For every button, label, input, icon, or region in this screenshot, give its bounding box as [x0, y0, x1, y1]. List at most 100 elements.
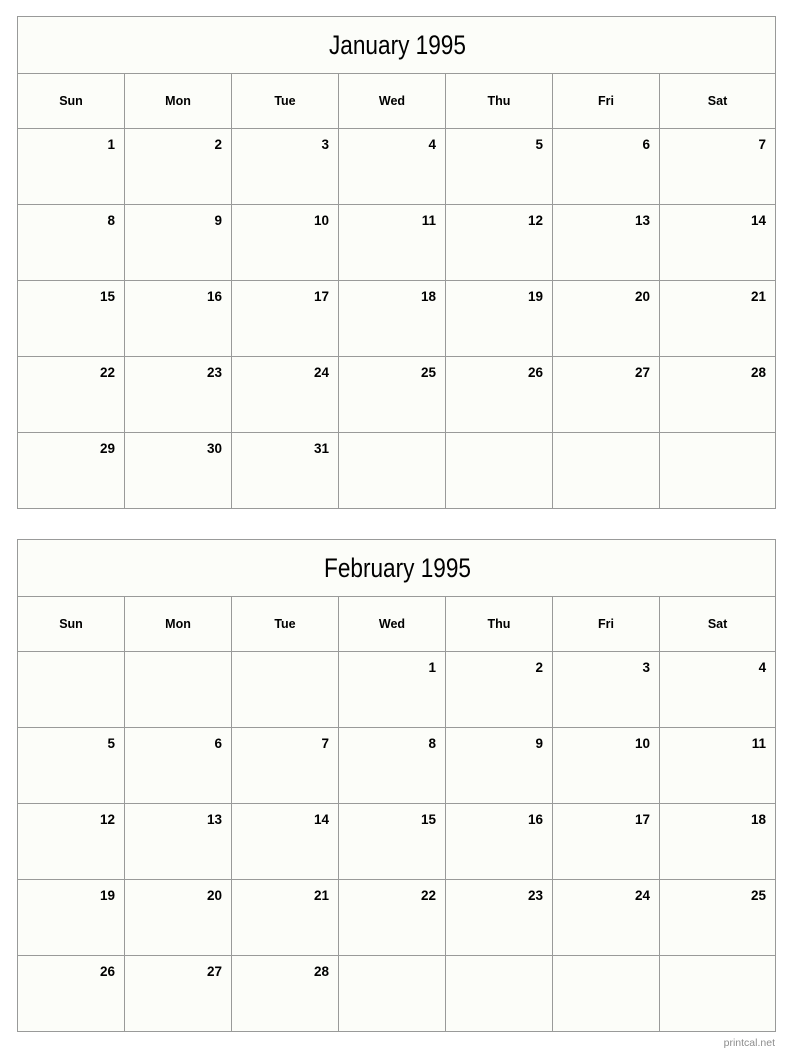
weekday-header-sun: Sun [17, 73, 125, 129]
day-cell[interactable]: 13 [124, 803, 232, 880]
day-cell[interactable]: 28 [658, 356, 777, 433]
day-cell[interactable]: 22 [338, 879, 446, 956]
day-number: 10 [634, 736, 650, 751]
month-title: January 1995 [43, 16, 750, 74]
day-cell[interactable]: 5 [17, 727, 125, 804]
day-cell[interactable]: 12 [445, 204, 553, 281]
day-cell[interactable]: 7 [658, 128, 777, 205]
week-row: 8 9 10 11 12 13 14 [17, 204, 777, 281]
day-number: 28 [313, 964, 329, 979]
day-number: 30 [206, 441, 222, 456]
day-cell[interactable]: 3 [552, 651, 660, 728]
day-cell-empty [658, 432, 777, 509]
day-cell[interactable]: 25 [658, 879, 777, 956]
day-cell[interactable]: 25 [338, 356, 446, 433]
day-cell[interactable]: 16 [445, 803, 553, 880]
day-cell[interactable]: 11 [338, 204, 446, 281]
day-cell[interactable]: 5 [445, 128, 553, 205]
day-number: 21 [313, 888, 329, 903]
weekday-header-sat: Sat [658, 596, 777, 652]
day-cell[interactable]: 1 [17, 128, 125, 205]
day-cell[interactable]: 12 [17, 803, 125, 880]
month-title-text: January 1995 [328, 29, 465, 60]
week-row: 19 20 21 22 23 24 25 [17, 879, 777, 956]
day-number: 13 [206, 812, 222, 827]
day-cell[interactable]: 29 [17, 432, 125, 509]
day-cell[interactable]: 16 [124, 280, 232, 357]
day-cell[interactable]: 24 [231, 356, 339, 433]
day-cell[interactable]: 15 [338, 803, 446, 880]
day-cell[interactable]: 30 [124, 432, 232, 509]
day-cell[interactable]: 10 [552, 727, 660, 804]
day-cell[interactable]: 19 [445, 280, 553, 357]
day-cell[interactable]: 17 [231, 280, 339, 357]
day-cell[interactable]: 21 [231, 879, 339, 956]
day-cell[interactable]: 7 [231, 727, 339, 804]
day-cell[interactable]: 18 [338, 280, 446, 357]
day-cell[interactable]: 13 [552, 204, 660, 281]
weekday-header-tue: Tue [231, 73, 339, 129]
weekday-header-sun: Sun [17, 596, 125, 652]
day-number: 22 [99, 365, 115, 380]
week-row: 1 2 3 4 5 6 7 [17, 128, 777, 205]
day-number: 22 [420, 888, 436, 903]
day-number: 23 [527, 888, 543, 903]
week-row: 22 23 24 25 26 27 28 [17, 356, 777, 433]
day-cell[interactable]: 4 [338, 128, 446, 205]
day-cell-empty [445, 955, 553, 1032]
day-cell-empty [124, 651, 232, 728]
day-cell[interactable]: 23 [445, 879, 553, 956]
day-number: 7 [321, 736, 329, 751]
day-cell[interactable]: 3 [231, 128, 339, 205]
day-number: 18 [751, 812, 767, 827]
day-cell[interactable]: 17 [552, 803, 660, 880]
day-cell[interactable]: 24 [552, 879, 660, 956]
day-cell[interactable]: 15 [17, 280, 125, 357]
day-cell[interactable]: 21 [658, 280, 777, 357]
day-cell[interactable]: 10 [231, 204, 339, 281]
day-cell[interactable]: 1 [338, 651, 446, 728]
day-number: 29 [99, 441, 115, 456]
day-cell[interactable]: 27 [552, 356, 660, 433]
day-cell[interactable]: 20 [552, 280, 660, 357]
week-row: 26 27 28 [17, 955, 777, 1032]
day-cell[interactable]: 14 [658, 204, 777, 281]
day-number: 18 [420, 289, 436, 304]
day-cell[interactable]: 2 [124, 128, 232, 205]
day-cell[interactable]: 11 [658, 727, 777, 804]
day-cell[interactable]: 6 [124, 727, 232, 804]
day-cell[interactable]: 27 [124, 955, 232, 1032]
day-cell[interactable]: 2 [445, 651, 553, 728]
day-number: 1 [428, 660, 436, 675]
day-number: 14 [313, 812, 329, 827]
day-cell[interactable]: 14 [231, 803, 339, 880]
day-cell[interactable]: 19 [17, 879, 125, 956]
weekday-header-wed: Wed [338, 596, 446, 652]
day-cell[interactable]: 31 [231, 432, 339, 509]
weekday-header-sat: Sat [658, 73, 777, 129]
day-cell[interactable]: 6 [552, 128, 660, 205]
weekday-header-mon: Mon [124, 596, 232, 652]
day-cell[interactable]: 4 [658, 651, 777, 728]
day-number: 6 [642, 137, 650, 152]
day-cell[interactable]: 9 [445, 727, 553, 804]
day-cell[interactable]: 9 [124, 204, 232, 281]
day-number: 4 [428, 137, 436, 152]
day-number: 31 [313, 441, 329, 456]
day-cell[interactable]: 26 [17, 955, 125, 1032]
day-number: 3 [642, 660, 650, 675]
day-cell[interactable]: 23 [124, 356, 232, 433]
day-number: 17 [634, 812, 650, 827]
day-cell[interactable]: 20 [124, 879, 232, 956]
weekday-header-mon: Mon [124, 73, 232, 129]
day-cell[interactable]: 18 [658, 803, 777, 880]
day-cell-empty [658, 955, 777, 1032]
day-number: 8 [107, 213, 115, 228]
day-cell[interactable]: 8 [17, 204, 125, 281]
day-number: 8 [428, 736, 436, 751]
day-cell[interactable]: 8 [338, 727, 446, 804]
day-cell[interactable]: 26 [445, 356, 553, 433]
day-cell[interactable]: 28 [231, 955, 339, 1032]
day-cell[interactable]: 22 [17, 356, 125, 433]
weekday-header-row: Sun Mon Tue Wed Thu Fri Sat [17, 596, 777, 652]
